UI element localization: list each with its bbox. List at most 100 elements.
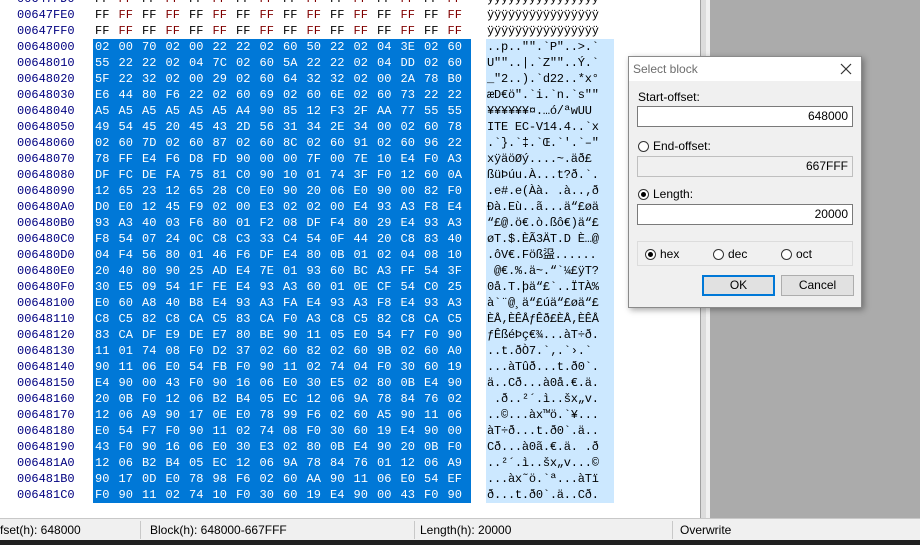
hex-byte[interactable]: A5 [377, 407, 395, 423]
hex-byte[interactable]: FD [213, 151, 231, 167]
hex-byte[interactable]: 75 [189, 167, 207, 183]
hex-byte[interactable]: 77 [401, 103, 419, 119]
ascii-row[interactable]: ...àTûð...t.ð0`. [486, 359, 614, 375]
hex-byte[interactable]: A9 [448, 455, 466, 471]
hex-byte[interactable]: E0 [354, 183, 372, 199]
hex-row[interactable]: D0 E0 12 45 F9 02 00 E3 02 02 00 E4 93 A3 F8 E4 [93, 199, 471, 215]
ascii-row[interactable]: àT÷ð...t.ð0`.ä.. [486, 423, 614, 439]
hex-byte[interactable]: 73 [401, 87, 419, 103]
hex-byte[interactable]: E4 [354, 439, 372, 455]
hex-byte[interactable]: 20 [401, 439, 419, 455]
format-hex-option[interactable]: hex [645, 247, 679, 261]
hex-byte[interactable]: FF [307, 0, 325, 7]
hex-byte[interactable]: 90 [260, 359, 278, 375]
hex-byte[interactable]: E4 [236, 263, 254, 279]
hex-byte[interactable]: 46 [213, 247, 231, 263]
hex-byte[interactable]: E4 [401, 295, 419, 311]
hex-byte[interactable]: 29 [377, 215, 395, 231]
hex-byte[interactable]: A5 [119, 103, 137, 119]
hex-byte[interactable]: F0 [236, 359, 254, 375]
hex-byte[interactable]: 78 [307, 455, 325, 471]
ascii-row[interactable]: ð...t.ð0`.ä..Cð. [486, 487, 614, 503]
hex-byte[interactable]: FF [213, 0, 231, 7]
hex-byte[interactable]: 87 [213, 135, 231, 151]
hex-byte[interactable]: 60 [119, 135, 137, 151]
hex-byte[interactable]: 60 [424, 167, 442, 183]
hex-byte[interactable]: 02 [236, 55, 254, 71]
hex-byte[interactable]: A5 [95, 103, 113, 119]
hex-byte[interactable]: B4 [236, 391, 254, 407]
hex-byte[interactable]: C3 [236, 231, 254, 247]
hex-byte[interactable]: 96 [424, 135, 442, 151]
hex-byte[interactable]: B8 [189, 295, 207, 311]
hex-byte[interactable]: 90 [448, 327, 466, 343]
hex-byte[interactable]: 05 [330, 327, 348, 343]
hex-byte[interactable]: 84 [330, 455, 348, 471]
hex-byte[interactable]: B2 [213, 391, 231, 407]
hex-byte[interactable]: 93 [95, 215, 113, 231]
hex-byte[interactable]: 60 [354, 423, 372, 439]
hex-byte[interactable]: 02 [330, 407, 348, 423]
hex-row[interactable]: 55 22 22 02 04 7C 02 60 5A 22 22 02 04 DD 02 60 [93, 55, 471, 71]
format-oct-radio[interactable] [781, 249, 792, 260]
hex-byte[interactable]: 93 [377, 199, 395, 215]
hex-byte[interactable]: 3F [448, 263, 466, 279]
hex-byte[interactable]: FF [424, 23, 442, 39]
hex-byte[interactable]: E4 [401, 151, 419, 167]
hex-byte[interactable]: 02 [377, 135, 395, 151]
ascii-row[interactable]: “£@.ö€.ò.ßô€)ä“£ [486, 215, 614, 231]
hex-byte[interactable]: FF [213, 7, 231, 23]
hex-row[interactable]: E0 60 A8 40 B8 E4 93 A3 FA E4 93 A3 F8 E4 93 A3 [93, 295, 471, 311]
hex-row[interactable]: 02 00 70 02 00 22 22 02 60 50 22 02 04 3E 02 60 [93, 39, 471, 55]
ascii-row[interactable]: à`¨@¸ä“£úä“£øä“£ [486, 295, 614, 311]
hex-byte[interactable]: 54 [424, 263, 442, 279]
hex-byte[interactable]: E9 [166, 327, 184, 343]
hex-byte[interactable]: 22 [236, 39, 254, 55]
hex-byte[interactable]: 00 [377, 487, 395, 503]
hex-byte[interactable]: A3 [448, 151, 466, 167]
hex-byte[interactable]: 69 [260, 87, 278, 103]
hex-byte[interactable]: C8 [401, 311, 419, 327]
hex-byte[interactable]: E4 [330, 487, 348, 503]
hex-byte[interactable]: 03 [166, 215, 184, 231]
hex-byte[interactable]: E0 [236, 407, 254, 423]
hex-byte[interactable]: 0B [119, 391, 137, 407]
hex-byte[interactable]: 60 [260, 135, 278, 151]
hex-byte[interactable]: F0 [189, 343, 207, 359]
hex-byte[interactable]: EF [448, 471, 466, 487]
hex-row[interactable]: 20 0B F0 12 06 B2 B4 05 EC 12 06 9A 78 84 76 02 [93, 391, 471, 407]
hex-byte[interactable]: 90 [354, 487, 372, 503]
hex-byte[interactable]: A3 [119, 215, 137, 231]
hex-byte[interactable]: 84 [401, 391, 419, 407]
hex-byte[interactable]: 60 [330, 135, 348, 151]
hex-byte[interactable]: 0B [401, 375, 419, 391]
hex-byte[interactable]: C8 [213, 231, 231, 247]
hex-byte[interactable]: 20 [95, 391, 113, 407]
hex-row[interactable]: 90 11 06 E0 54 FB F0 90 11 02 74 04 F0 30 60 19 [93, 359, 471, 375]
hex-byte[interactable]: 00 [189, 39, 207, 55]
hex-byte[interactable]: 25 [189, 263, 207, 279]
hex-byte[interactable]: 74 [330, 359, 348, 375]
hex-byte[interactable]: FF [377, 23, 395, 39]
hex-byte[interactable]: 74 [142, 343, 160, 359]
hex-byte[interactable]: E4 [142, 151, 160, 167]
hex-byte[interactable]: FF [189, 0, 207, 7]
hex-byte[interactable]: 3E [401, 39, 419, 55]
hex-byte[interactable]: F0 [424, 487, 442, 503]
hex-byte[interactable]: 82 [377, 311, 395, 327]
format-dec-radio[interactable] [713, 249, 724, 260]
hex-byte[interactable]: 30 [307, 375, 325, 391]
hex-byte[interactable]: 02 [236, 71, 254, 87]
hex-byte[interactable]: 32 [307, 71, 325, 87]
hex-byte[interactable]: 80 [377, 375, 395, 391]
hex-byte[interactable]: 02 [260, 39, 278, 55]
hex-byte[interactable]: EC [283, 391, 301, 407]
hex-byte[interactable]: 01 [236, 215, 254, 231]
hex-byte[interactable]: 0A [448, 167, 466, 183]
hex-byte[interactable]: 10 [377, 151, 395, 167]
hex-byte[interactable]: 83 [236, 311, 254, 327]
hex-byte[interactable]: 04 [377, 55, 395, 71]
hex-byte[interactable]: 19 [377, 423, 395, 439]
hex-byte[interactable]: 54 [119, 423, 137, 439]
hex-byte[interactable]: B0 [448, 71, 466, 87]
